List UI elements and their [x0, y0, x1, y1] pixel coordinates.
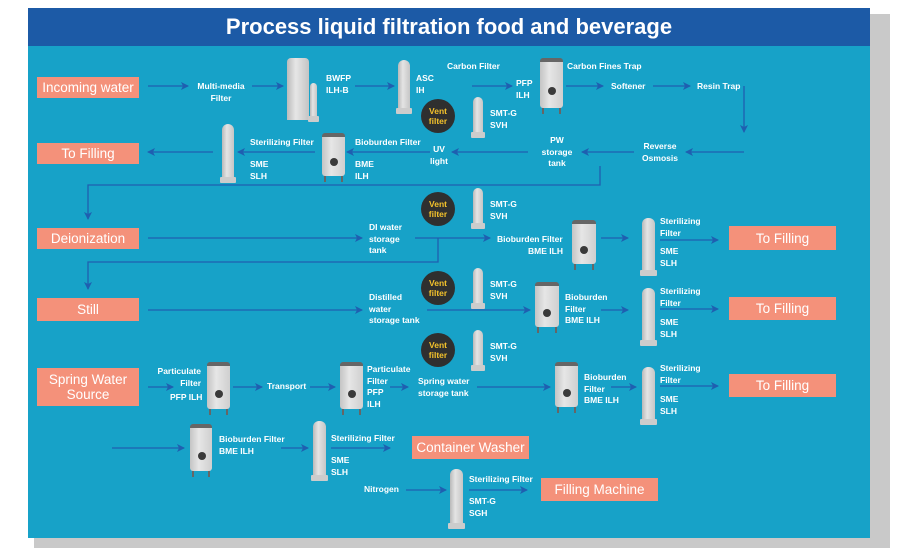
multi-cartridge-housing-icon: [190, 424, 212, 477]
label-smt-g-svh: SMT-G SVH: [490, 279, 517, 301]
label-sme-slh: SME SLH: [250, 159, 269, 181]
label-nitrogen: Nitrogen: [364, 484, 399, 494]
filter-cartridge-icon: [311, 421, 328, 481]
endpoint-deionization: Deionization: [37, 228, 139, 249]
label-sme-slh: SME SLH: [660, 246, 679, 268]
vent-filter-badge: Vent filter: [421, 333, 455, 367]
vent-filter-cartridge-icon: [471, 97, 485, 138]
label-sterilizing-filter: Sterilizing Filter: [469, 474, 533, 484]
filter-cartridge-icon: [640, 367, 657, 425]
label-particulate-filter: Particulate Filter PFP ILH: [367, 364, 411, 409]
label-resin-trap: Resin Trap: [697, 81, 741, 91]
vent-filter-badge: Vent filter: [421, 99, 455, 133]
label-multimedia-filter: Multi-media Filter: [197, 81, 245, 103]
label-sterilizing-filter: Sterilizing Filter: [660, 286, 701, 308]
label-smt-g-svh: SMT-G SVH: [490, 341, 517, 363]
endpoint-container-washer: Container Washer: [412, 436, 529, 459]
label-di-water-storage-tank: DI water storage tank: [369, 222, 403, 255]
endpoint-to-filling-di: To Filling: [729, 226, 836, 250]
label-sme-slh: SME SLH: [660, 317, 679, 339]
label-sterilizing-filter: Sterilizing Filter: [660, 363, 701, 385]
label-smt-g-svh: SMT-G SVH: [490, 199, 517, 221]
label-reverse-osmosis: Reverse Osmosis: [642, 141, 678, 163]
label-bioburden-filter: Bioburden Filter: [355, 137, 421, 147]
multi-cartridge-housing-icon: [322, 133, 345, 182]
multi-cartridge-housing-icon: [572, 220, 596, 270]
label-pfp-ilh: PFP ILH: [170, 392, 203, 402]
multi-cartridge-housing-icon: [340, 362, 363, 415]
multi-cartridge-housing-icon: [555, 362, 578, 413]
label-bioburden-filter: Bioburden Filter: [497, 234, 563, 244]
filter-cartridge-icon: [640, 218, 657, 276]
label-bioburden-filter: Bioburden Filter BME ILH: [219, 434, 285, 456]
filter-cartridge-icon: [220, 124, 236, 183]
label-smt-g-svh: SMT-G SVH: [490, 108, 517, 130]
endpoint-to-filling: To Filling: [37, 143, 139, 164]
endpoint-still: Still: [37, 298, 139, 321]
endpoint-to-filling-spring: To Filling: [729, 374, 836, 397]
label-sterilizing-filter: Sterilizing Filter: [660, 216, 701, 238]
filter-cartridge-icon: [308, 83, 319, 122]
endpoint-incoming-water: Incoming water: [37, 77, 139, 98]
multi-cartridge-housing-icon: [540, 58, 563, 114]
filter-cartridge-icon: [640, 288, 657, 346]
label-distilled-water-storage-tank: Distilled water storage tank: [369, 292, 420, 325]
vent-filter-badge: Vent filter: [421, 192, 455, 226]
label-sme-slh: SME SLH: [331, 455, 350, 477]
vent-filter-badge: Vent filter: [421, 271, 455, 305]
label-pfp: PFP ILH: [516, 78, 533, 100]
endpoint-filling-machine: Filling Machine: [541, 478, 658, 501]
label-softener: Softener: [611, 81, 646, 91]
label-particulate-filter: Particulate Filter: [157, 366, 201, 388]
label-bme-ilh: BME ILH: [355, 159, 374, 181]
label-uv-light: UV light: [430, 144, 448, 166]
label-spring-water-storage-tank: Spring water storage tank: [418, 376, 470, 398]
multi-cartridge-housing-icon: [535, 282, 559, 333]
vent-filter-cartridge-icon: [471, 330, 485, 371]
multi-cartridge-housing-icon: [207, 362, 230, 415]
label-smt-g-sgh: SMT-G SGH: [469, 496, 496, 518]
filter-cartridge-icon: [448, 469, 465, 529]
label-bioburden-filter: Bioburden Filter BME ILH: [565, 292, 608, 325]
label-carbon-fines-trap: Carbon Fines Trap: [567, 61, 642, 71]
label-sterilizing-filter: Sterilizing Filter: [331, 433, 395, 443]
label-bme-ilh: BME ILH: [528, 246, 563, 256]
label-bwfp: BWFP ILH-B: [326, 73, 352, 95]
label-pw-storage-tank: PW storage tank: [541, 135, 573, 168]
label-carbon-filter: Carbon Filter: [447, 61, 500, 71]
label-transport: Transport: [267, 381, 307, 391]
vent-filter-cartridge-icon: [471, 268, 485, 309]
label-sme-slh: SME SLH: [660, 394, 679, 416]
bag-filter-housing-icon: [287, 58, 309, 120]
label-asc: ASC IH: [416, 73, 434, 95]
label-bioburden-filter: Bioburden Filter BME ILH: [584, 372, 627, 405]
vent-filter-cartridge-icon: [471, 188, 485, 229]
endpoint-spring-water-source: Spring Water Source: [37, 368, 139, 406]
filter-cartridge-icon: [396, 60, 412, 114]
endpoint-to-filling-still: To Filling: [729, 297, 836, 320]
label-sterilizing-filter: Sterilizing Filter: [250, 137, 314, 147]
